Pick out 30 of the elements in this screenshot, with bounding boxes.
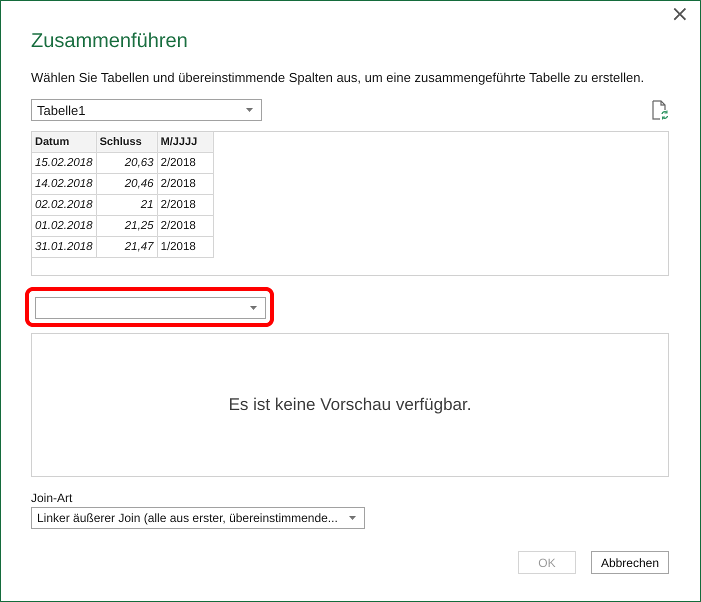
table-dropdown[interactable]: Tabelle1 <box>31 99 262 121</box>
join-kind-dropdown[interactable]: Linker äußerer Join (alle aus erster, übereinstimmende... <box>31 507 365 529</box>
instruction-text: Wählen Sie Tabellen und übereinstimmende Spalten aus, um eine zusammengeführte Tabelle zu erstellen. <box>31 70 646 85</box>
caret-icon <box>349 516 356 520</box>
preview-message: Es ist keine Vorschau verfügbar. <box>31 333 669 477</box>
cancel-button[interactable]: Abbrechen <box>590 551 669 574</box>
table-cell: 14.02.2018 <box>32 174 96 194</box>
table-cell: 2/2018 <box>157 216 214 236</box>
column-header: Schluss <box>96 132 158 152</box>
join-kind-label: Join-Art <box>31 491 74 505</box>
table-cell: 2/2018 <box>157 152 214 174</box>
table-cell: 20,63 <box>96 152 158 174</box>
table-cell: 01.02.2018 <box>32 216 96 236</box>
table-cell: 15.02.2018 <box>32 152 96 174</box>
caret-icon <box>250 306 257 310</box>
table-cell: 21,25 <box>96 216 158 236</box>
column-header: M/JJJJ <box>157 132 214 152</box>
dialog-title: Zusammenführen <box>31 30 189 54</box>
table-cell: 2/2018 <box>157 194 214 216</box>
table-cell: 21 <box>96 194 158 216</box>
table-cell: 31.01.2018 <box>32 236 96 258</box>
refresh-file-icon[interactable] <box>652 100 668 120</box>
table-cell: 02.02.2018 <box>32 194 96 216</box>
column-header: Datum <box>32 132 96 152</box>
table-cell: 1/2018 <box>157 236 214 258</box>
caret-icon <box>246 108 253 112</box>
table-cell: 2/2018 <box>157 174 214 194</box>
table-cell: 20,46 <box>96 174 158 194</box>
close-button[interactable]: × <box>668 4 691 26</box>
table-cell: 21,47 <box>96 236 158 258</box>
